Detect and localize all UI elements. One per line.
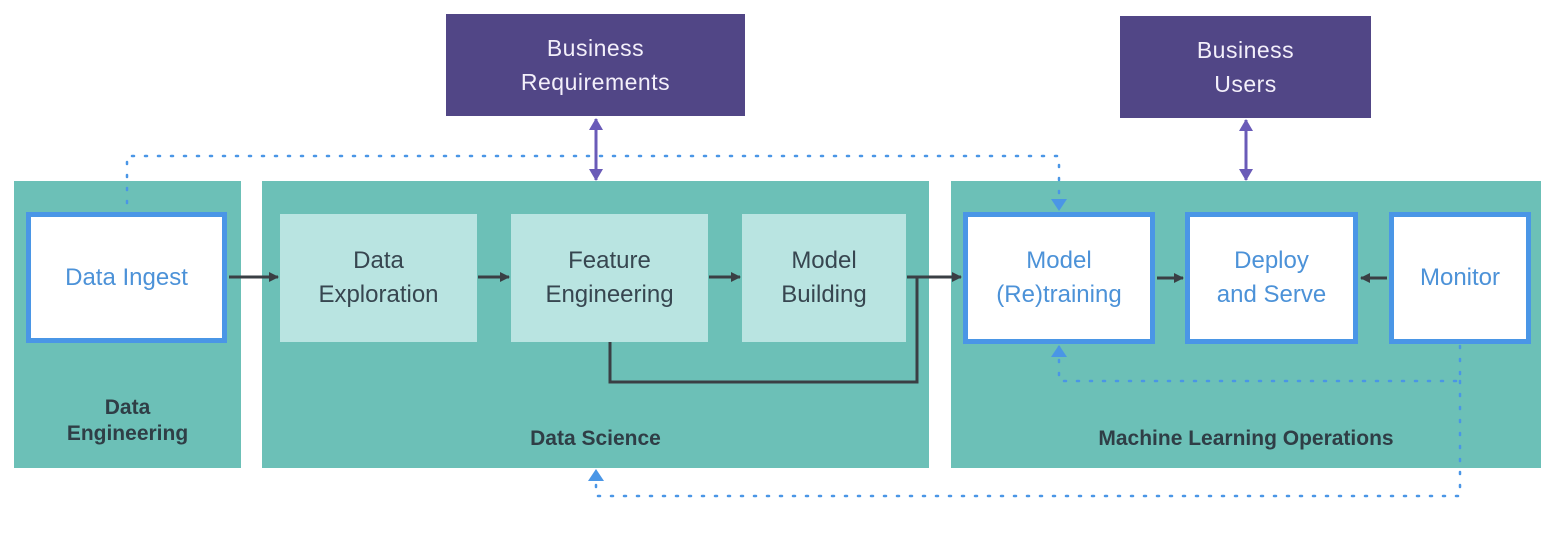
connectors-layer bbox=[125, 118, 1462, 498]
dotted-monitor-to-retraining bbox=[1051, 344, 1462, 383]
dotted-ingest-to-retraining bbox=[125, 154, 1067, 212]
dotted-monitor-to-data-science bbox=[588, 379, 1462, 498]
line-feature-to-retraining-elbow bbox=[608, 277, 919, 384]
